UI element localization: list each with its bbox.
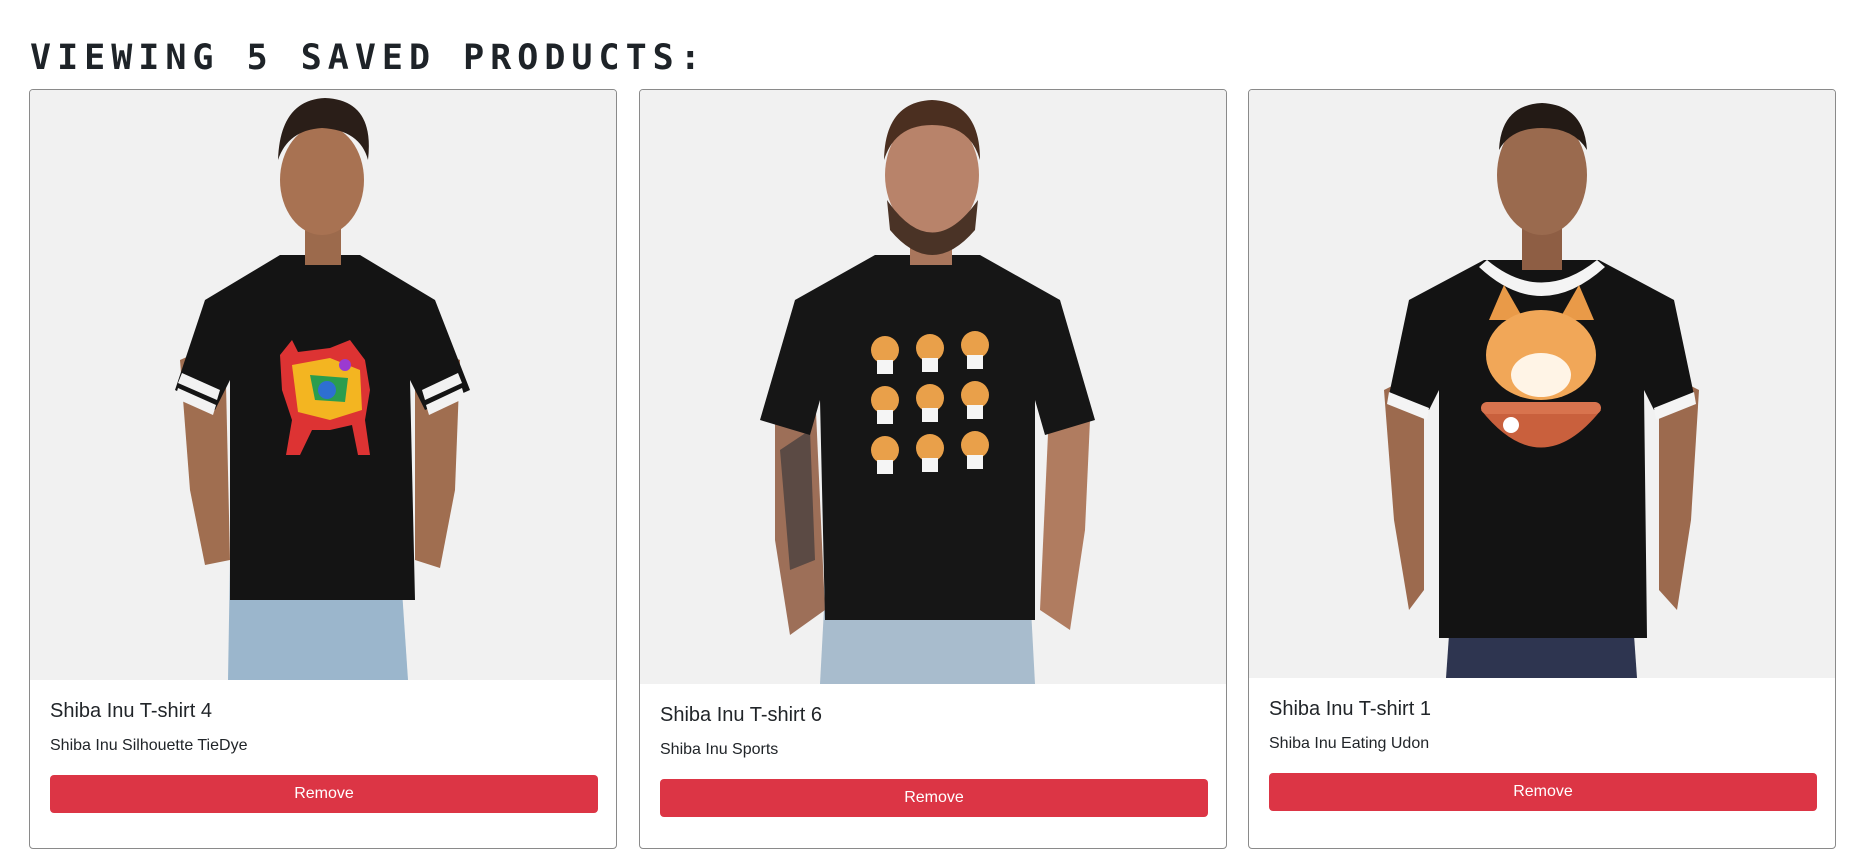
product-card: Shiba Inu T-shirt 4 Shiba Inu Silhouette… — [29, 89, 617, 849]
page-title: VIEWING 5 SAVED PRODUCTS: — [30, 38, 707, 78]
product-image[interactable] — [640, 90, 1226, 684]
product-card: Shiba Inu T-shirt 6 Shiba Inu Sports Rem… — [639, 89, 1227, 849]
remove-button[interactable]: Remove — [50, 775, 598, 813]
product-subtitle: Shiba Inu Eating Udon — [1269, 735, 1430, 752]
product-title: Shiba Inu T-shirt 4 — [50, 700, 212, 722]
product-card: Shiba Inu T-shirt 1 Shiba Inu Eating Udo… — [1248, 89, 1836, 849]
product-image[interactable] — [30, 90, 616, 680]
product-image[interactable] — [1249, 90, 1835, 678]
remove-button[interactable]: Remove — [1269, 773, 1817, 811]
product-subtitle: Shiba Inu Silhouette TieDye — [50, 737, 248, 754]
remove-button[interactable]: Remove — [660, 779, 1208, 817]
product-subtitle: Shiba Inu Sports — [660, 741, 779, 758]
product-title: Shiba Inu T-shirt 6 — [660, 704, 822, 726]
product-title: Shiba Inu T-shirt 1 — [1269, 698, 1431, 720]
